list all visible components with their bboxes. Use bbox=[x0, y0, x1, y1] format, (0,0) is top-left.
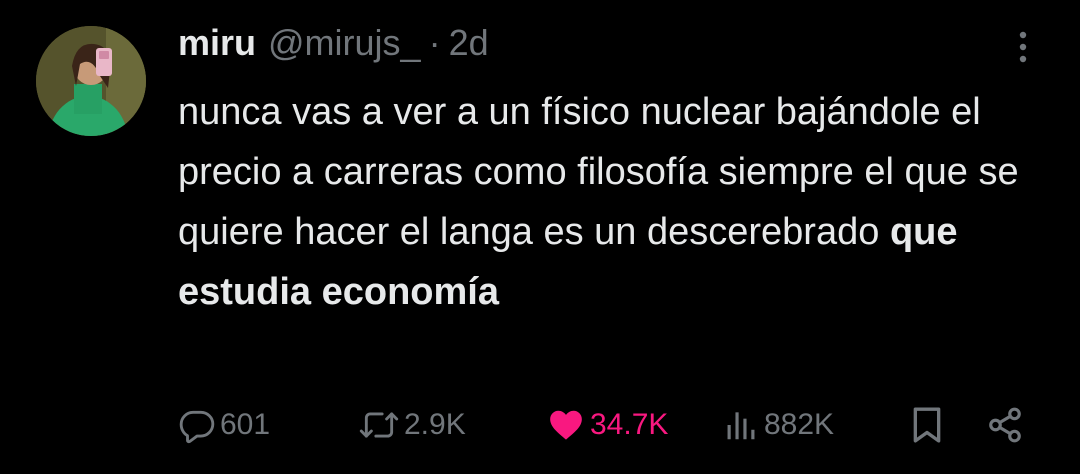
repost-count: 2.9K bbox=[404, 408, 466, 441]
tweet-header: miru @mirujs_ · 2d bbox=[178, 22, 489, 70]
bookmark-button[interactable] bbox=[910, 400, 944, 450]
like-count: 34.7K bbox=[590, 408, 669, 441]
timestamp[interactable]: 2d bbox=[449, 22, 489, 64]
reply-count: 601 bbox=[220, 408, 271, 441]
user-handle[interactable]: @mirujs_ bbox=[268, 22, 421, 64]
more-vertical-icon bbox=[1019, 31, 1027, 63]
repost-button[interactable]: 2.9K bbox=[358, 400, 466, 450]
tweet[interactable]: miru @mirujs_ · 2d nunca vas a ver a un … bbox=[0, 0, 1080, 474]
reply-button[interactable]: 601 bbox=[178, 400, 270, 450]
separator-dot: · bbox=[428, 22, 441, 63]
display-name[interactable]: miru bbox=[178, 22, 256, 64]
heart-filled-icon bbox=[550, 410, 582, 440]
tweet-text: nunca vas a ver a un físico nuclear bajá… bbox=[178, 82, 1058, 322]
repost-icon bbox=[359, 412, 399, 438]
action-bar: 601 2.9K 34.7K 882K bbox=[0, 400, 1080, 450]
like-button[interactable]: 34.7K bbox=[546, 400, 668, 450]
avatar[interactable] bbox=[36, 26, 146, 136]
share-button[interactable] bbox=[986, 400, 1024, 450]
more-options-button[interactable] bbox=[1008, 26, 1038, 68]
views-icon bbox=[727, 412, 755, 440]
share-icon bbox=[989, 407, 1021, 443]
reply-icon bbox=[179, 410, 215, 444]
views-button[interactable]: 882K bbox=[722, 400, 834, 450]
avatar-image bbox=[36, 26, 146, 136]
views-count: 882K bbox=[764, 408, 835, 441]
bookmark-icon bbox=[913, 407, 941, 443]
